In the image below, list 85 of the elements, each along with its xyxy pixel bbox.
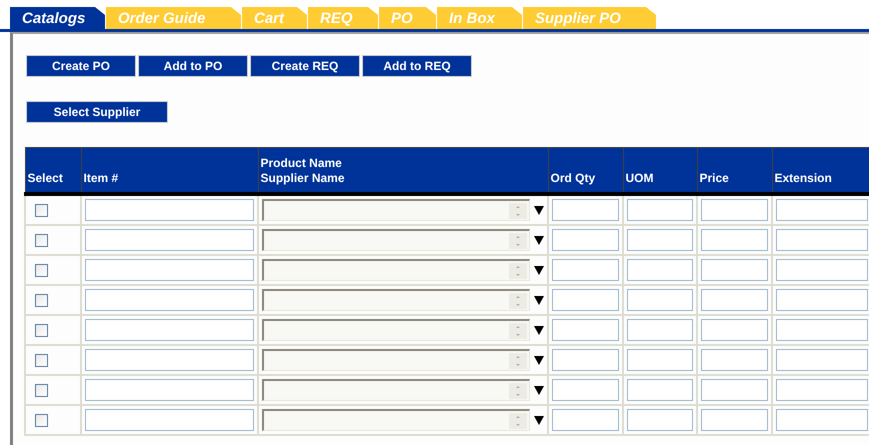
item-field[interactable] bbox=[85, 229, 254, 251]
spinner-icon bbox=[509, 352, 527, 368]
spinner-icon bbox=[509, 292, 527, 308]
price-field[interactable] bbox=[701, 199, 768, 221]
extension-field[interactable] bbox=[776, 199, 868, 221]
caret-icon[interactable] bbox=[534, 355, 544, 365]
spinner-icon bbox=[509, 412, 527, 428]
checkbox[interactable] bbox=[35, 264, 48, 276]
uom-field[interactable] bbox=[627, 229, 693, 251]
item-field[interactable] bbox=[85, 289, 254, 311]
action-button[interactable]: Add to REQ bbox=[362, 55, 472, 77]
dropdown-field[interactable] bbox=[262, 259, 530, 281]
extension-field[interactable] bbox=[776, 409, 868, 431]
column-header: Item # bbox=[81, 148, 258, 194]
uom-field[interactable] bbox=[627, 289, 693, 311]
caret-icon[interactable] bbox=[534, 325, 544, 335]
extension-field[interactable] bbox=[776, 349, 868, 371]
dropdown-field[interactable] bbox=[262, 319, 530, 341]
extension-field[interactable] bbox=[776, 229, 868, 251]
uom-field[interactable] bbox=[627, 259, 693, 281]
caret-icon[interactable] bbox=[534, 385, 544, 395]
dropdown-field[interactable] bbox=[262, 379, 530, 401]
quantity-field[interactable] bbox=[552, 199, 619, 221]
dropdown-field[interactable] bbox=[262, 199, 530, 221]
item-field[interactable] bbox=[85, 379, 254, 401]
caret-icon[interactable] bbox=[534, 295, 544, 305]
column-header: Extension bbox=[772, 148, 869, 194]
caret-icon[interactable] bbox=[534, 265, 544, 275]
item-field[interactable] bbox=[85, 409, 254, 431]
checkbox[interactable] bbox=[35, 204, 48, 216]
checkbox[interactable] bbox=[35, 384, 48, 396]
spinner-icon bbox=[509, 232, 527, 248]
quantity-field[interactable] bbox=[552, 379, 619, 401]
extension-field[interactable] bbox=[776, 379, 868, 401]
caret-icon[interactable] bbox=[534, 235, 544, 245]
uom-field[interactable] bbox=[627, 409, 693, 431]
price-field[interactable] bbox=[701, 379, 768, 401]
quantity-field[interactable] bbox=[552, 289, 619, 311]
spinner-icon bbox=[509, 202, 527, 218]
checkbox[interactable] bbox=[35, 234, 48, 246]
column-header: Product Name Supplier Name bbox=[258, 148, 548, 194]
checkbox[interactable] bbox=[35, 294, 48, 306]
column-header: Select bbox=[25, 148, 81, 194]
uom-field[interactable] bbox=[627, 379, 693, 401]
price-field[interactable] bbox=[701, 229, 768, 251]
caret-icon[interactable] bbox=[534, 205, 544, 215]
column-header: Price bbox=[697, 148, 772, 194]
spinner-icon bbox=[509, 382, 527, 398]
extension-field[interactable] bbox=[776, 289, 868, 311]
item-field[interactable] bbox=[85, 259, 254, 281]
quantity-field[interactable] bbox=[552, 229, 619, 251]
column-header: UOM bbox=[623, 148, 697, 194]
price-field[interactable] bbox=[701, 409, 768, 431]
action-button[interactable]: Create PO bbox=[26, 55, 136, 77]
price-field[interactable] bbox=[701, 349, 768, 371]
item-field[interactable] bbox=[85, 199, 254, 221]
quantity-field[interactable] bbox=[552, 409, 619, 431]
uom-field[interactable] bbox=[627, 319, 693, 341]
price-field[interactable] bbox=[701, 259, 768, 281]
action-button[interactable]: Create REQ bbox=[250, 55, 360, 77]
quantity-field[interactable] bbox=[552, 319, 619, 341]
spinner-icon bbox=[509, 262, 527, 278]
tab[interactable]: Catalogs bbox=[10, 7, 105, 29]
dropdown-field[interactable] bbox=[262, 349, 530, 371]
spinner-icon bbox=[509, 322, 527, 338]
uom-field[interactable] bbox=[627, 349, 693, 371]
quantity-field[interactable] bbox=[552, 259, 619, 281]
column-header: Ord Qty bbox=[548, 148, 623, 194]
checkbox[interactable] bbox=[35, 324, 48, 336]
dropdown-field[interactable] bbox=[262, 229, 530, 251]
price-field[interactable] bbox=[701, 289, 768, 311]
select-supplier-button[interactable]: Select Supplier bbox=[26, 101, 168, 123]
dropdown-field[interactable] bbox=[262, 409, 530, 431]
extension-field[interactable] bbox=[776, 259, 868, 281]
dropdown-field[interactable] bbox=[262, 289, 530, 311]
quantity-field[interactable] bbox=[552, 349, 619, 371]
action-button[interactable]: Add to PO bbox=[138, 55, 248, 77]
caret-icon[interactable] bbox=[534, 415, 544, 425]
checkbox[interactable] bbox=[35, 354, 48, 366]
price-field[interactable] bbox=[701, 319, 768, 341]
item-field[interactable] bbox=[85, 349, 254, 371]
extension-field[interactable] bbox=[776, 319, 868, 341]
checkbox[interactable] bbox=[35, 414, 48, 426]
uom-field[interactable] bbox=[627, 199, 693, 221]
item-field[interactable] bbox=[85, 319, 254, 341]
